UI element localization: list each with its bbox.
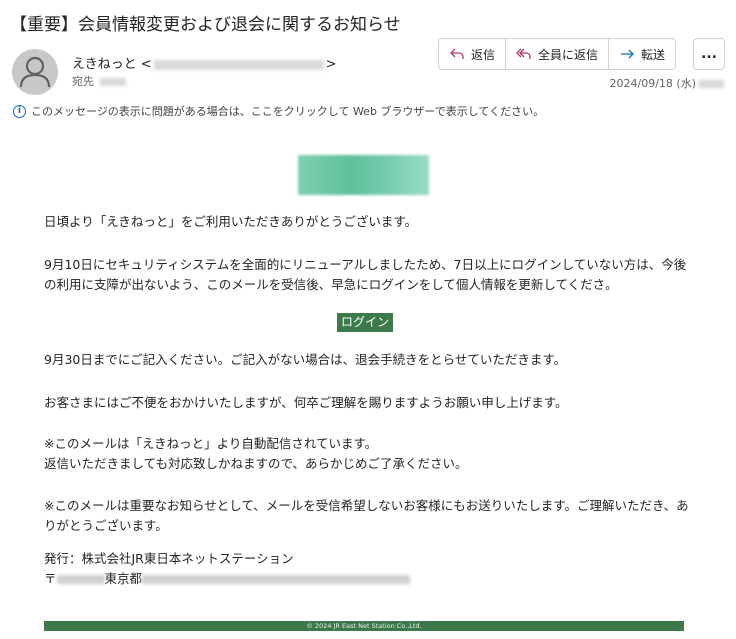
body-paragraph-2: 9月30日までにご記入ください。ご記入がない場合は、退会手続きをとらせていただき… [44, 352, 567, 367]
sender-avatar[interactable] [12, 49, 58, 95]
brand-logo-redacted [298, 155, 429, 195]
message-actions: 返信 全員に返信 転送 [438, 38, 677, 70]
reply-all-label: 全員に返信 [538, 47, 599, 62]
body-paragraph-3: お客さまにはご不便をおかけいたしますが、何卒ご理解を賜りますようお願い申し上げま… [44, 395, 568, 410]
person-icon [19, 56, 51, 88]
received-date: 2024/09/18 (水) [610, 75, 724, 91]
publisher-address: 〒 東京都 [44, 569, 411, 589]
display-issue-infobar[interactable]: i このメッセージの表示に問題がある場合は、ここをクリックして Web ブラウザ… [13, 103, 544, 119]
reply-label: 返信 [471, 47, 496, 62]
recipient-redacted [100, 78, 126, 86]
address-city: 東京都 [104, 571, 143, 586]
body-paragraph-1: 9月10日にセキュリティシステムを全面的にリニューアルしましたため、7日以上にロ… [44, 257, 687, 292]
reply-all-icon [516, 48, 531, 59]
publisher-text: 発行：株式会社JR東日本ネットステーション [44, 551, 294, 566]
time-redacted [698, 80, 724, 88]
infobar-text: このメッセージの表示に問題がある場合は、ここをクリックして Web ブラウザーで… [31, 105, 545, 118]
notice-line-1: ※このメールは「えきねっと」より自動配信されています。 [44, 436, 378, 451]
email-subject: 【重要】会員情報変更および退会に関するお知らせ [10, 15, 401, 35]
forward-label: 転送 [641, 47, 666, 62]
reply-button[interactable]: 返信 [439, 39, 507, 69]
forward-icon [621, 49, 634, 59]
notice-paragraph-2: ※このメールは重要なお知らせとして、メールを受信希望しないお客様にもお送りいたし… [44, 498, 689, 533]
postal-code-redacted [56, 575, 105, 584]
greeting-text: 日頃より「えきねっと」をご利用いただきありがとうございます。 [44, 214, 418, 229]
notice-line-2: 返信いただきましても対応致しかねますので、あらかじめご了承ください。 [44, 456, 468, 471]
more-actions-button[interactable]: ... [693, 38, 725, 70]
sender-email-open: < [140, 57, 152, 72]
to-label: 宛先 [72, 75, 94, 88]
recipient-line: 宛先 [72, 73, 126, 89]
info-icon: i [13, 104, 26, 118]
sender-line[interactable]: えきねっと < > [72, 53, 337, 72]
footer-copyright: © 2024 JR East Net Station Co.,Ltd. [44, 621, 684, 631]
reply-all-button[interactable]: 全員に返信 [506, 39, 610, 69]
date-text: 2024/09/18 (水) [609, 77, 696, 90]
sender-email-redacted [153, 59, 324, 70]
address-postal-mark: 〒 [44, 571, 57, 586]
login-link[interactable]: ログイン [337, 313, 394, 332]
address-redacted [142, 575, 411, 584]
sender-name: えきねっと [72, 57, 137, 72]
forward-button[interactable]: 転送 [609, 39, 675, 69]
reply-icon [450, 48, 464, 59]
sender-email-close: > [325, 57, 337, 72]
